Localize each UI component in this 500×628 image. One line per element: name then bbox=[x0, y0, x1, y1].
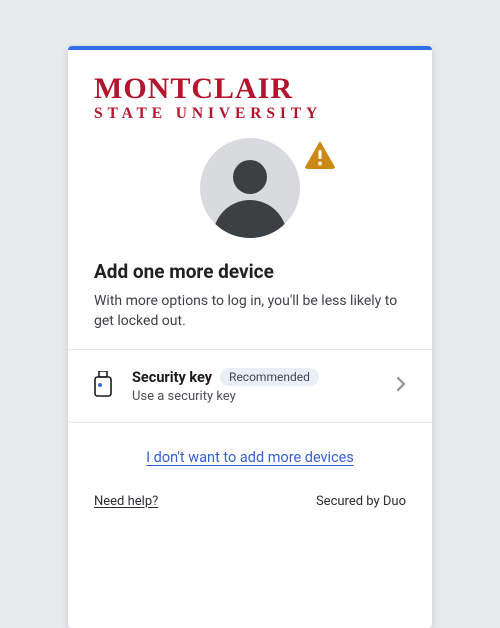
option-security-key[interactable]: Security key Recommended Use a security … bbox=[68, 349, 432, 423]
auth-card: MONTCLAIR STATE UNIVERSITY Add one more … bbox=[68, 46, 432, 628]
skip-row: I don't want to add more devices bbox=[68, 423, 432, 474]
security-key-icon bbox=[94, 371, 114, 401]
page-title: Add one more device bbox=[94, 260, 406, 283]
option-text-block: Security key Recommended Use a security … bbox=[132, 368, 396, 404]
option-subtitle: Use a security key bbox=[132, 389, 396, 404]
brand-logo: MONTCLAIR STATE UNIVERSITY bbox=[94, 74, 406, 122]
page-subtitle: With more options to log in, you'll be l… bbox=[94, 291, 406, 332]
brand-line-2: STATE UNIVERSITY bbox=[94, 106, 406, 122]
avatar-placeholder-icon bbox=[200, 138, 300, 238]
chevron-right-icon bbox=[396, 376, 406, 396]
secured-by-label: Secured by Duo bbox=[316, 494, 406, 509]
card-footer: Need help? Secured by Duo bbox=[68, 474, 432, 529]
avatar-container bbox=[94, 138, 406, 238]
brand-line-1: MONTCLAIR bbox=[94, 74, 406, 104]
help-link[interactable]: Need help? bbox=[94, 494, 158, 509]
alert-triangle-icon bbox=[304, 140, 336, 174]
recommended-badge: Recommended bbox=[220, 368, 319, 386]
skip-link[interactable]: I don't want to add more devices bbox=[146, 449, 354, 466]
option-title: Security key bbox=[132, 369, 212, 386]
card-content: MONTCLAIR STATE UNIVERSITY Add one more … bbox=[68, 50, 432, 349]
